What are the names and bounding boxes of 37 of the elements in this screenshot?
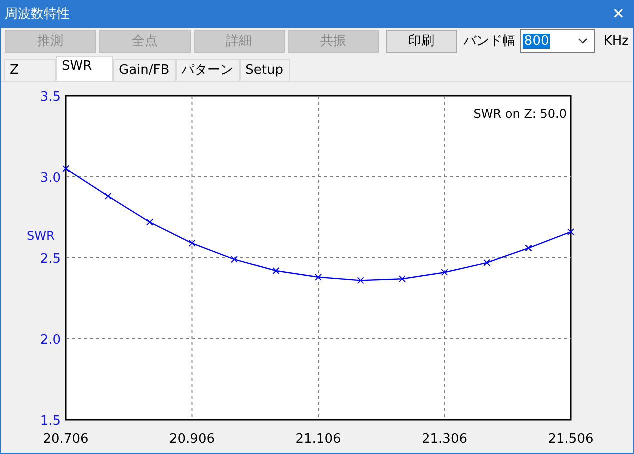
- data-point: [525, 244, 532, 252]
- tab[interactable]: Gain/FB: [113, 59, 176, 81]
- y-tick-label: 2.0: [40, 333, 61, 348]
- bandwidth-label: バンド幅: [463, 33, 516, 50]
- data-point: [146, 218, 154, 226]
- y-tick-label: 3.5: [40, 90, 61, 105]
- tab[interactable]: パターン: [176, 59, 240, 81]
- data-point: [188, 240, 196, 247]
- tab[interactable]: Z: [4, 59, 56, 81]
- tab[interactable]: SWR: [56, 56, 113, 81]
- data-point: [568, 228, 574, 236]
- window-title: 周波数特性: [5, 6, 70, 23]
- y-tick-label: 3.0: [40, 171, 61, 186]
- close-button[interactable]: ✕: [612, 5, 625, 23]
- unit-label: KHz: [604, 34, 629, 48]
- y-tick-label: 1.5: [40, 414, 61, 429]
- x-tick-label: 21.106: [296, 432, 342, 447]
- data-point: [441, 269, 448, 276]
- tab[interactable]: Setup: [240, 59, 290, 81]
- data-point: [315, 274, 322, 281]
- x-tick-label: 20.706: [43, 432, 89, 447]
- x-tick-label: 21.306: [422, 432, 468, 447]
- chevron-icon: [578, 38, 588, 44]
- x-tick-label: 20.906: [170, 432, 215, 447]
- toolbar-button[interactable]: 印刷: [386, 30, 458, 52]
- data-point: [62, 165, 70, 172]
- bandwidth-dropdown[interactable]: 800: [520, 29, 595, 53]
- data-point: [484, 259, 491, 266]
- data-point: [398, 276, 406, 283]
- data-point: [231, 256, 238, 264]
- chart-legend: SWR on Z: 50.0: [474, 107, 567, 121]
- data-point: [272, 267, 280, 274]
- y-tick-label: 2.5: [40, 252, 61, 267]
- data-point: [357, 277, 364, 284]
- data-point: [104, 192, 112, 200]
- y-axis-label: SWR: [27, 229, 55, 243]
- x-tick-label: 21.506: [548, 432, 594, 447]
